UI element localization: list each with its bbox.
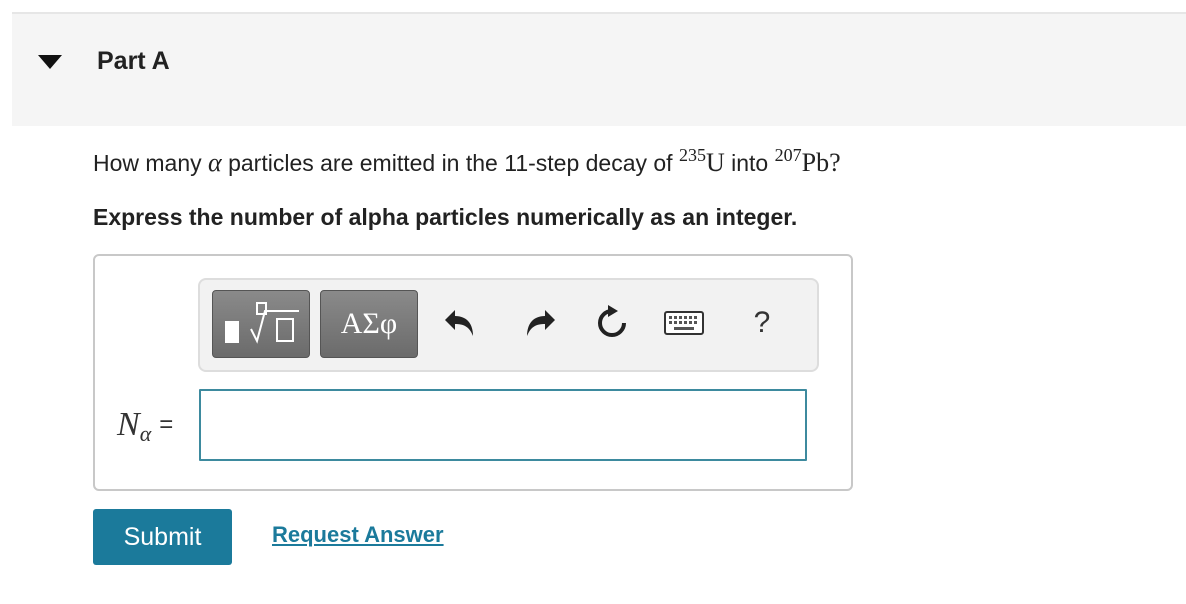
answer-variable-label: Nα =: [117, 406, 174, 446]
redo-icon: [527, 310, 555, 336]
part-title: Part A: [97, 47, 170, 75]
lead-symbol: Pb: [801, 148, 830, 177]
redo-button[interactable]: [518, 298, 562, 348]
question-into: into: [731, 150, 769, 176]
part-header[interactable]: Part A: [12, 14, 1186, 126]
request-answer-link[interactable]: Request Answer: [272, 522, 444, 548]
templates-icon: [225, 302, 299, 344]
help-button[interactable]: ?: [740, 298, 784, 348]
uranium-symbol: U: [705, 148, 725, 177]
undo-button[interactable]: [438, 298, 482, 348]
answer-input[interactable]: [199, 389, 807, 461]
templates-button[interactable]: [212, 290, 310, 358]
greek-symbols-button[interactable]: ΑΣφ: [320, 290, 418, 358]
reset-icon: [598, 305, 626, 337]
help-icon: ?: [753, 306, 771, 339]
question-text: How many α particles are emitted in the …: [93, 145, 841, 178]
lead-mass-number: 207: [774, 145, 802, 165]
question-end: ?: [829, 148, 841, 177]
uranium-mass-number: 235: [678, 145, 706, 165]
reset-button[interactable]: [590, 298, 634, 348]
equals-sign: =: [159, 411, 174, 438]
question-middle: particles are emitted in the 11-step dec…: [228, 150, 673, 176]
instruction-text: Express the number of alpha particles nu…: [93, 204, 798, 230]
keyboard-button[interactable]: [662, 298, 706, 348]
caret-down-icon[interactable]: [38, 55, 62, 69]
undo-icon: [445, 310, 473, 336]
alpha-symbol: α: [208, 148, 222, 177]
variable-symbol: N: [117, 406, 140, 443]
keyboard-icon: [664, 311, 704, 335]
variable-subscript: α: [139, 421, 152, 446]
submit-button[interactable]: Submit: [93, 509, 232, 565]
question-prefix: How many: [93, 150, 202, 176]
answer-panel: ΑΣφ ? Nα =: [93, 254, 853, 491]
math-toolbar: ΑΣφ ?: [198, 278, 819, 372]
